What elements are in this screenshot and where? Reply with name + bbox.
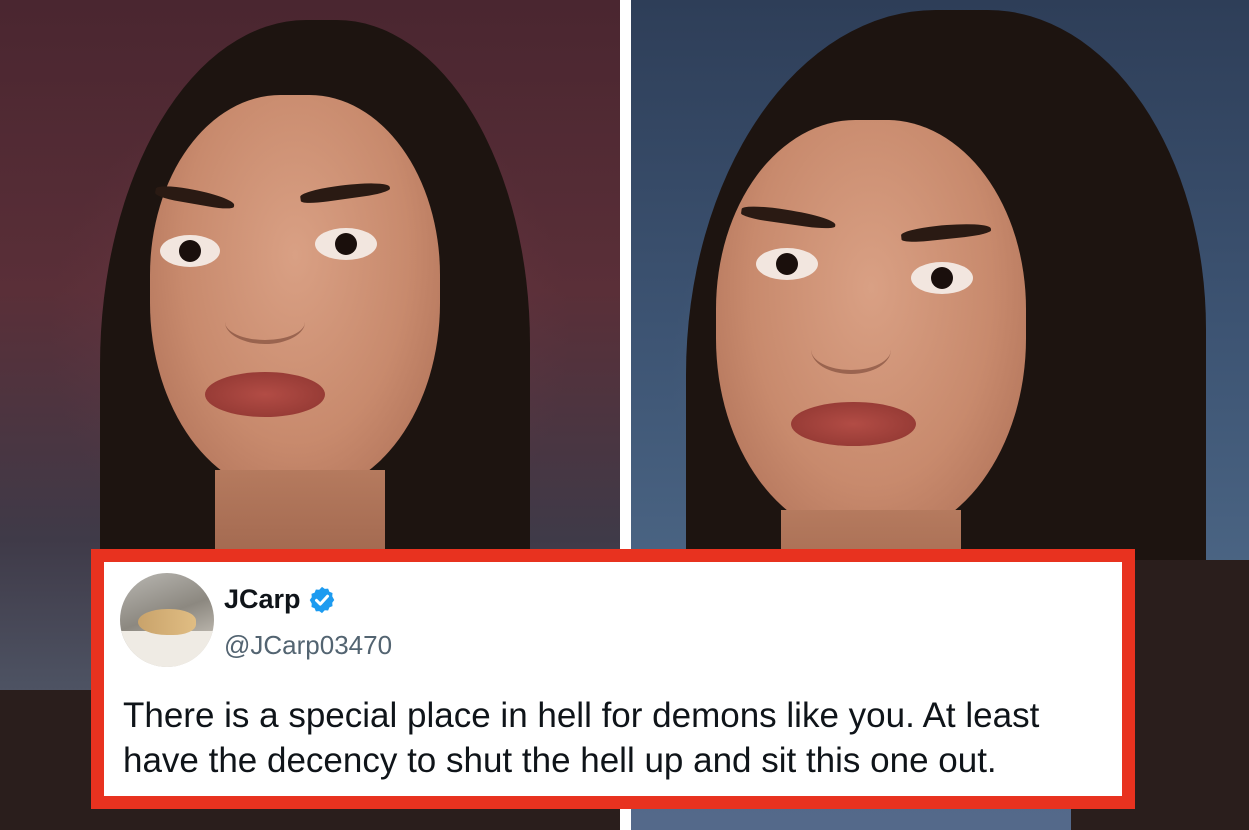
lips: [791, 402, 916, 446]
tweet-card: JCarp @JCarp03470 There is a special pla…: [91, 549, 1135, 809]
portrait-face: [150, 95, 440, 495]
author-display-name[interactable]: JCarp: [224, 584, 301, 615]
nose: [811, 325, 891, 374]
left-eye: [756, 248, 818, 280]
nose: [225, 300, 305, 344]
right-eye: [911, 262, 973, 294]
avatar[interactable]: [120, 573, 214, 667]
author-handle[interactable]: @JCarp03470: [224, 630, 392, 661]
right-eye: [315, 228, 377, 260]
verified-badge-icon: [307, 585, 337, 615]
lips: [205, 372, 325, 417]
avatar-dog: [138, 609, 196, 635]
tweet-text: There is a special place in hell for dem…: [123, 696, 1040, 780]
left-eye: [160, 235, 220, 267]
tweet-author-row: JCarp: [224, 584, 337, 615]
avatar-pillow: [120, 631, 214, 667]
